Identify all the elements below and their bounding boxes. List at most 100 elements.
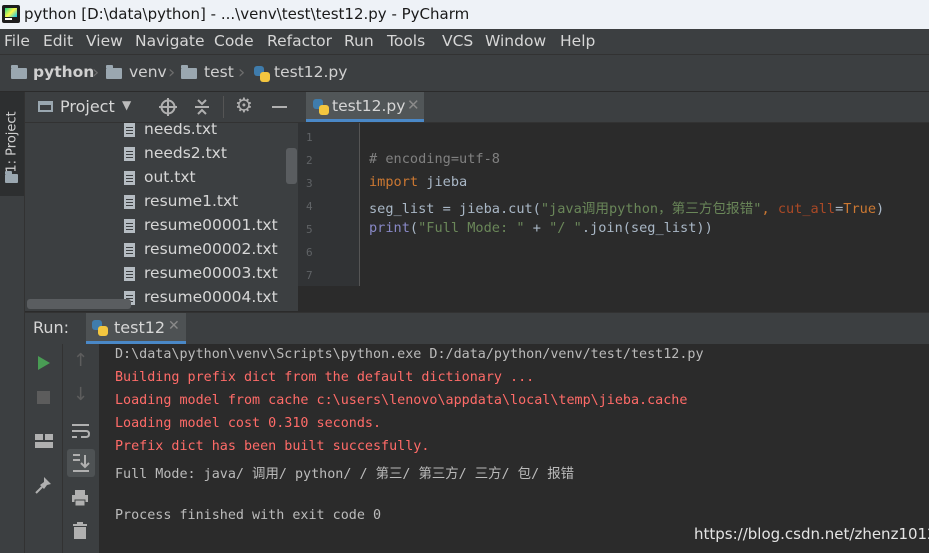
breadcrumb: python › venv › test › test12.py: [0, 54, 929, 92]
console-line: Full Mode: java/ 调用/ python/ / 第三/ 第三方/ …: [115, 467, 574, 482]
run-tab-test12[interactable]: test12 ✕: [86, 313, 186, 344]
collapse-all-icon[interactable]: [193, 98, 211, 116]
run-console[interactable]: D:\data\python\venv\Scripts\python.exe D…: [99, 344, 929, 553]
layout-icon[interactable]: [35, 433, 53, 449]
line-number: 3: [306, 177, 313, 190]
breadcrumb-python[interactable]: python: [33, 63, 94, 81]
list-item[interactable]: resume00001.txt: [25, 216, 295, 240]
project-file-tree: needs.txt needs2.txt out.txt resume1.txt…: [25, 123, 298, 311]
text-file-icon: [124, 219, 135, 233]
project-vertical-scrollbar[interactable]: [286, 148, 297, 184]
code-line-2: # encoding=utf-8: [369, 151, 500, 167]
text-file-icon: [124, 123, 135, 137]
line-number: 2: [306, 154, 313, 167]
menu-view[interactable]: View: [86, 32, 123, 50]
minimize-icon[interactable]: [272, 106, 287, 108]
folder-icon: [181, 65, 197, 79]
editor-bottom-area: [298, 286, 929, 312]
code-line-3: import jieba: [369, 174, 468, 190]
left-tool-strip: 1: Project: [0, 92, 25, 553]
editor-tab-label: test12.py: [332, 97, 406, 115]
line-number: 5: [306, 223, 313, 236]
line-number: 6: [306, 246, 313, 259]
editor-tab-test12[interactable]: test12.py ✕: [306, 92, 424, 122]
list-item[interactable]: out.txt: [25, 168, 295, 192]
scroll-to-end-icon: [73, 454, 90, 472]
code-line-5: print("Full Mode: " + "/ ".join(seg_list…: [369, 220, 713, 236]
menu-refactor[interactable]: Refactor: [267, 32, 332, 50]
list-item[interactable]: resume00003.txt: [25, 264, 295, 288]
line-number: 7: [306, 269, 313, 282]
python-file-icon: [313, 99, 329, 115]
text-file-icon: [124, 243, 135, 257]
play-icon[interactable]: [37, 355, 51, 371]
menu-run[interactable]: Run: [344, 32, 374, 50]
run-toolbar-secondary: ↑ ↓: [62, 344, 99, 553]
scroll-to-end-button[interactable]: [67, 449, 95, 477]
chevron-right-icon: ›: [92, 62, 100, 83]
folder-icon: [5, 171, 18, 183]
line-number: 4: [306, 200, 313, 213]
editor-gutter: 1 2 3 4 5 6 7: [298, 123, 360, 286]
project-horizontal-scrollbar[interactable]: [27, 299, 131, 309]
gear-icon[interactable]: ⚙: [235, 93, 253, 117]
code-editor[interactable]: # encoding=utf-8 import jieba seg_list =…: [360, 123, 929, 286]
text-file-icon: [124, 171, 135, 185]
python-file-icon: [254, 66, 270, 82]
locate-icon[interactable]: [159, 98, 177, 116]
tool-tab-project-label: 1: Project: [4, 111, 20, 173]
breadcrumb-test[interactable]: test: [204, 63, 234, 81]
project-panel-header: Project ▼ ⚙: [25, 92, 298, 123]
close-icon[interactable]: ✕: [407, 96, 420, 114]
python-icon: [92, 320, 108, 336]
menu-window[interactable]: Window: [485, 32, 546, 50]
menu-code[interactable]: Code: [214, 32, 254, 50]
soft-wrap-icon[interactable]: [71, 422, 91, 440]
menu-tools[interactable]: Tools: [387, 32, 425, 50]
project-view-icon: [38, 101, 53, 112]
chevron-right-icon: ›: [238, 62, 246, 83]
menu-bar: File Edit View Navigate Code Refactor Ru…: [0, 29, 929, 54]
text-file-icon: [124, 267, 135, 281]
run-tab-label: test12: [114, 318, 166, 337]
folder-icon: [106, 65, 122, 79]
line-number: 1: [306, 131, 313, 144]
run-panel-label: Run:: [33, 318, 70, 337]
trash-icon[interactable]: [72, 522, 88, 540]
text-file-icon: [124, 195, 135, 209]
console-line: Process finished with exit code 0: [115, 508, 382, 523]
arrow-up-icon[interactable]: ↑: [73, 350, 88, 371]
menu-file[interactable]: File: [4, 32, 30, 50]
window-title: python [D:\data\python] - ...\venv\test\…: [24, 5, 470, 23]
console-line: D:\data\python\venv\Scripts\python.exe D…: [115, 347, 704, 362]
run-panel-header: Run: test12 ✕: [25, 312, 929, 344]
console-line: Loading model from cache c:\users\lenovo…: [115, 393, 688, 408]
menu-help[interactable]: Help: [560, 32, 595, 50]
list-item[interactable]: needs2.txt: [25, 144, 295, 168]
close-icon[interactable]: ✕: [168, 318, 180, 334]
run-toolbar-primary: [25, 344, 62, 553]
print-icon[interactable]: [71, 489, 89, 507]
console-line: Loading model cost 0.310 seconds.: [115, 416, 382, 431]
stop-icon[interactable]: [37, 391, 50, 404]
breadcrumb-file[interactable]: test12.py: [274, 63, 347, 81]
project-panel-title[interactable]: Project: [60, 97, 115, 116]
console-line: Building prefix dict from the default di…: [115, 370, 535, 385]
editor-tab-bar: test12.py ✕: [298, 92, 929, 123]
list-item[interactable]: resume00002.txt: [25, 240, 295, 264]
text-file-icon: [124, 147, 135, 161]
pin-icon[interactable]: [35, 476, 53, 494]
chevron-right-icon: ›: [168, 62, 176, 83]
pycharm-app-icon: [2, 5, 20, 23]
breadcrumb-venv[interactable]: venv: [129, 63, 167, 81]
menu-vcs[interactable]: VCS: [442, 32, 473, 50]
list-item[interactable]: resume1.txt: [25, 192, 295, 216]
list-item[interactable]: needs.txt: [25, 123, 295, 144]
menu-edit[interactable]: Edit: [43, 32, 73, 50]
console-line: Prefix dict has been built succesfully.: [115, 439, 430, 454]
window-titlebar: python [D:\data\python] - ...\venv\test\…: [0, 0, 929, 29]
chevron-down-icon[interactable]: ▼: [122, 98, 131, 112]
watermark: https://blog.csdn.net/zhenz1012: [694, 525, 929, 543]
menu-navigate[interactable]: Navigate: [135, 32, 205, 50]
arrow-down-icon[interactable]: ↓: [73, 384, 88, 405]
